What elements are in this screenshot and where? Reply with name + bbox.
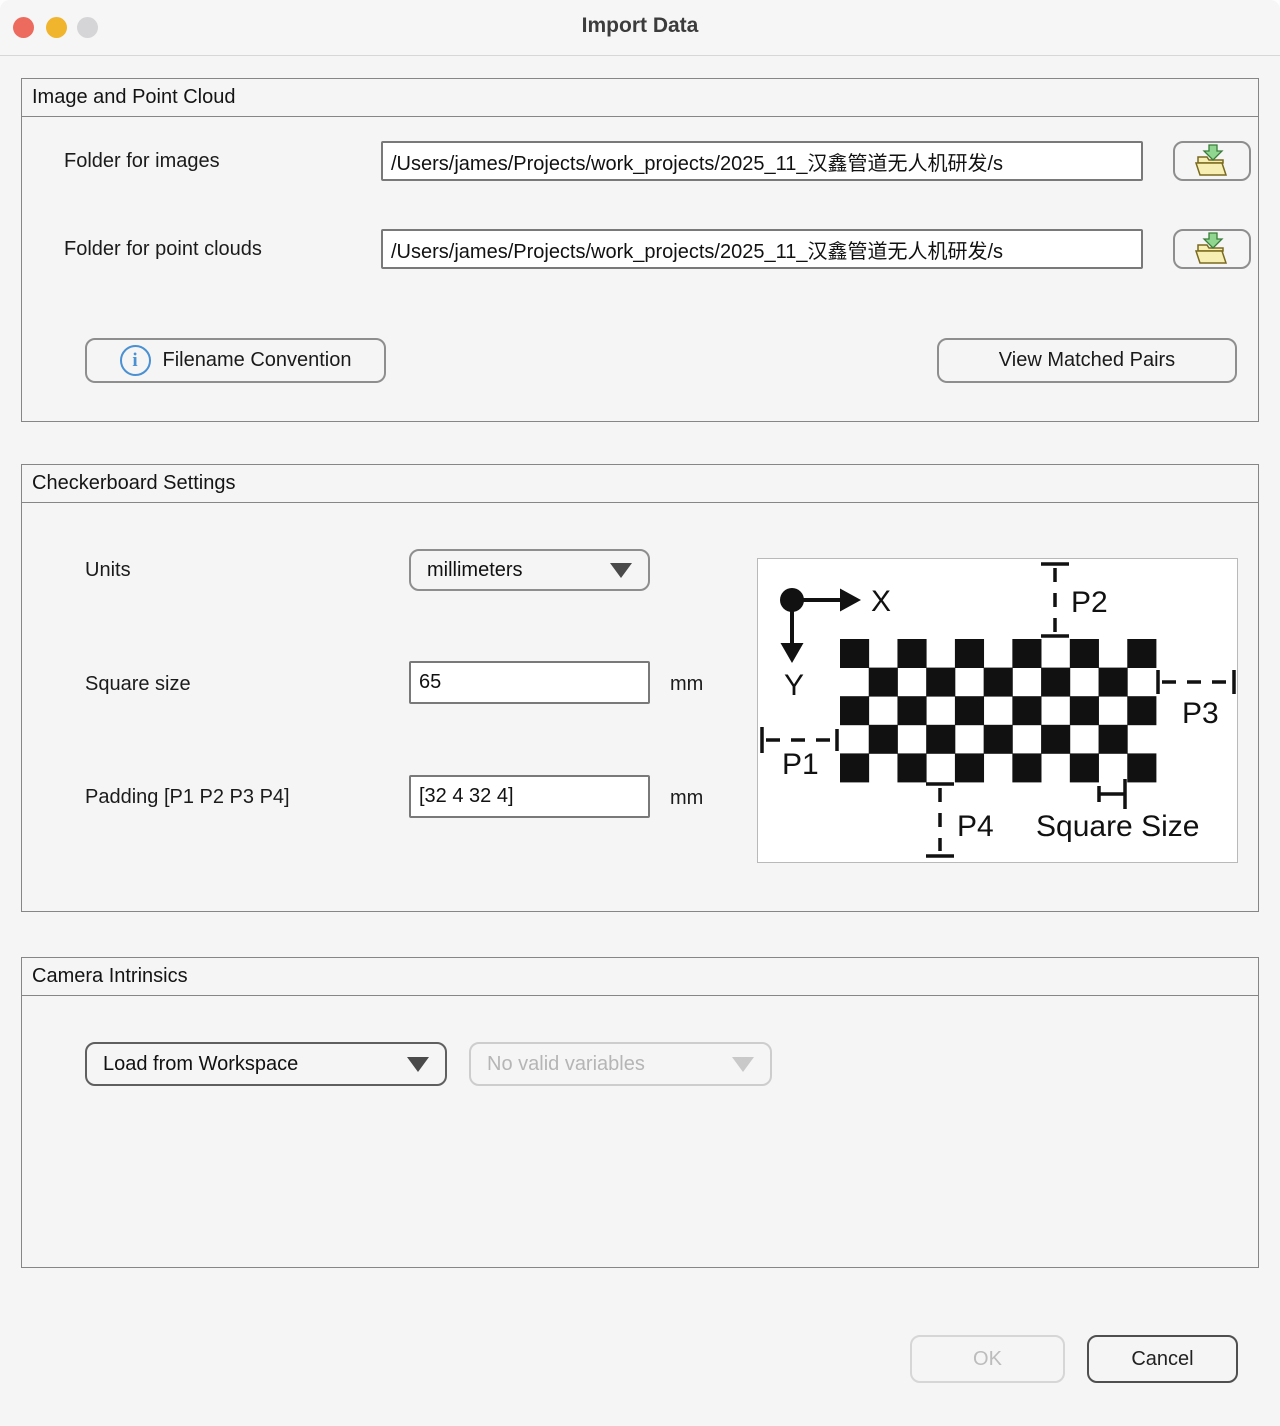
units-label: Units (85, 559, 131, 582)
cancel-button-label: Cancel (1131, 1348, 1193, 1371)
cancel-button[interactable]: Cancel (1087, 1335, 1238, 1383)
view-matched-pairs-label: View Matched Pairs (999, 349, 1175, 372)
p2-label: P2 (1071, 586, 1108, 619)
titlebar: Import Data (0, 0, 1280, 56)
panel-title-image-point-cloud: Image and Point Cloud (22, 79, 1258, 117)
window-title: Import Data (0, 14, 1280, 38)
padding-label: Padding [P1 P2 P3 P4] (85, 786, 290, 809)
panel-title-camera-intrinsics: Camera Intrinsics (22, 958, 1258, 996)
import-data-dialog: Import Data Image and Point Cloud Folder… (0, 0, 1280, 1426)
intrinsics-variable-value: No valid variables (487, 1053, 645, 1076)
chevron-down-icon (610, 563, 632, 578)
padding-input[interactable] (409, 775, 650, 818)
checkerboard-settings-panel: Checkerboard Settings Units millimeters … (21, 464, 1259, 912)
ok-button: OK (910, 1335, 1065, 1383)
p3-label: P3 (1182, 697, 1219, 730)
intrinsics-variable-dropdown: No valid variables (469, 1042, 772, 1086)
intrinsics-source-dropdown[interactable]: Load from Workspace (85, 1042, 447, 1086)
open-folder-icon (1192, 144, 1232, 178)
filename-convention-button[interactable]: i Filename Convention (85, 338, 386, 383)
checkerboard-diagram-svg: X Y P2 P3 P1 (758, 559, 1237, 862)
folder-pointclouds-input[interactable] (381, 229, 1143, 269)
square-size-caption: Square Size (1036, 810, 1199, 843)
folder-images-label: Folder for images (64, 150, 220, 173)
chevron-down-icon (732, 1057, 754, 1072)
units-dropdown[interactable]: millimeters (409, 549, 650, 591)
x-axis-label: X (871, 585, 891, 618)
units-dropdown-value: millimeters (427, 559, 523, 582)
view-matched-pairs-button[interactable]: View Matched Pairs (937, 338, 1237, 383)
square-size-label: Square size (85, 673, 191, 696)
image-point-cloud-panel: Image and Point Cloud Folder for images … (21, 78, 1259, 422)
folder-pointclouds-label: Folder for point clouds (64, 238, 262, 261)
checkerboard-squares (840, 639, 1156, 782)
p1-label: P1 (782, 748, 819, 781)
open-folder-icon (1192, 232, 1232, 266)
y-axis-label: Y (784, 669, 804, 702)
x-axis-arrow (840, 589, 861, 612)
browse-pointclouds-button[interactable] (1173, 229, 1251, 269)
square-size-input[interactable] (409, 661, 650, 704)
square-size-unit: mm (670, 673, 703, 696)
checkerboard-diagram: X Y P2 P3 P1 (757, 558, 1238, 863)
y-axis-arrow (781, 643, 804, 663)
info-icon: i (120, 345, 151, 376)
chevron-down-icon (407, 1057, 429, 1072)
intrinsics-source-value: Load from Workspace (103, 1053, 298, 1076)
panel-title-checkerboard: Checkerboard Settings (22, 465, 1258, 503)
browse-images-button[interactable] (1173, 141, 1251, 181)
padding-unit: mm (670, 787, 703, 810)
ok-button-label: OK (973, 1348, 1002, 1371)
camera-intrinsics-panel: Camera Intrinsics Load from Workspace No… (21, 957, 1259, 1268)
filename-convention-label: Filename Convention (163, 349, 352, 372)
p4-label: P4 (957, 810, 994, 843)
folder-images-input[interactable] (381, 141, 1143, 181)
